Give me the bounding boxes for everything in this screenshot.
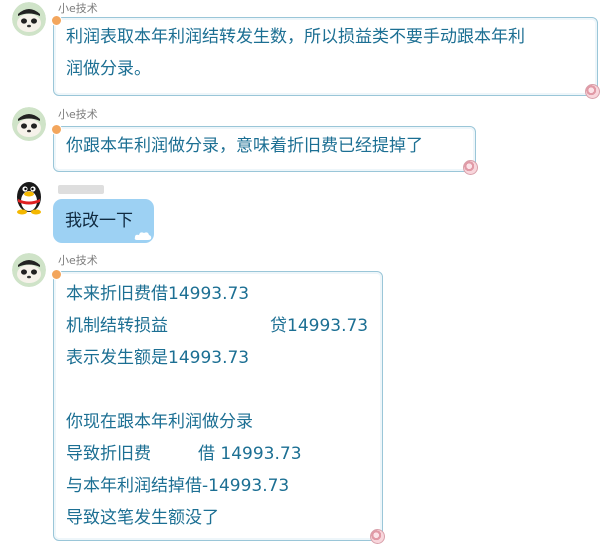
message-bubble[interactable]: 本来折旧费借14993.73 机制结转损益 贷14993.73 表示发生额是14… bbox=[51, 269, 385, 544]
message-line: 我改一下 bbox=[65, 211, 133, 231]
aligned-right: 贷14993.73 bbox=[270, 316, 369, 336]
panda-avatar-icon bbox=[12, 2, 46, 36]
message-bubble[interactable]: 你跟本年利润做分录，意味着折旧费已经提掉了 bbox=[51, 124, 478, 175]
message-line: 本来折旧费借14993.73 bbox=[66, 284, 250, 304]
message-line-empty bbox=[66, 374, 370, 406]
bubble-corner-icon bbox=[51, 15, 62, 26]
user-avatar[interactable] bbox=[12, 177, 46, 215]
message-line-aligned: 机制结转损益 贷14993.73 bbox=[66, 310, 370, 342]
panda-avatar-icon bbox=[12, 253, 46, 287]
agent-avatar[interactable] bbox=[12, 253, 46, 287]
cloud-icon bbox=[134, 232, 152, 240]
aligned-left: 机制结转损益 bbox=[66, 316, 168, 336]
message-line: 表示发生额是14993.73 bbox=[66, 348, 250, 368]
message-line: 与本年利润结掉借-14993.73 bbox=[66, 476, 290, 496]
sender-name: 小e技术 bbox=[58, 108, 98, 121]
message-bubble[interactable]: 我改一下 bbox=[53, 199, 154, 243]
bubble-corner-icon bbox=[585, 84, 600, 99]
agent-avatar[interactable] bbox=[12, 107, 46, 141]
panda-avatar-icon bbox=[12, 107, 46, 141]
aligned-right: 借 14993.73 bbox=[198, 444, 302, 464]
message-line: 你现在跟本年利润做分录 bbox=[66, 412, 253, 432]
sender-name: 小e技术 bbox=[58, 2, 98, 15]
sender-name-hidden bbox=[58, 185, 104, 194]
aligned-left: 导致折旧费 bbox=[66, 444, 151, 464]
message-line: 利润表取本年利润结转发生数，所以损益类不要手动跟本年利 bbox=[66, 27, 525, 47]
agent-avatar[interactable] bbox=[12, 2, 46, 36]
bubble-corner-icon bbox=[51, 269, 62, 280]
bubble-corner-icon bbox=[370, 529, 385, 544]
bubble-corner-icon bbox=[463, 160, 478, 175]
message-line: 导致这笔发生额没了 bbox=[66, 508, 219, 528]
bubble-corner-icon bbox=[51, 124, 62, 135]
penguin-avatar-icon bbox=[17, 182, 41, 215]
message-line: 润做分录。 bbox=[66, 59, 151, 79]
sender-name: 小e技术 bbox=[58, 254, 98, 267]
message-line: 你跟本年利润做分录，意味着折旧费已经提掉了 bbox=[66, 136, 423, 156]
message-line-aligned: 导致折旧费 借 14993.73 bbox=[66, 438, 370, 470]
message-bubble[interactable]: 利润表取本年利润结转发生数，所以损益类不要手动跟本年利 润做分录。 bbox=[51, 15, 600, 99]
